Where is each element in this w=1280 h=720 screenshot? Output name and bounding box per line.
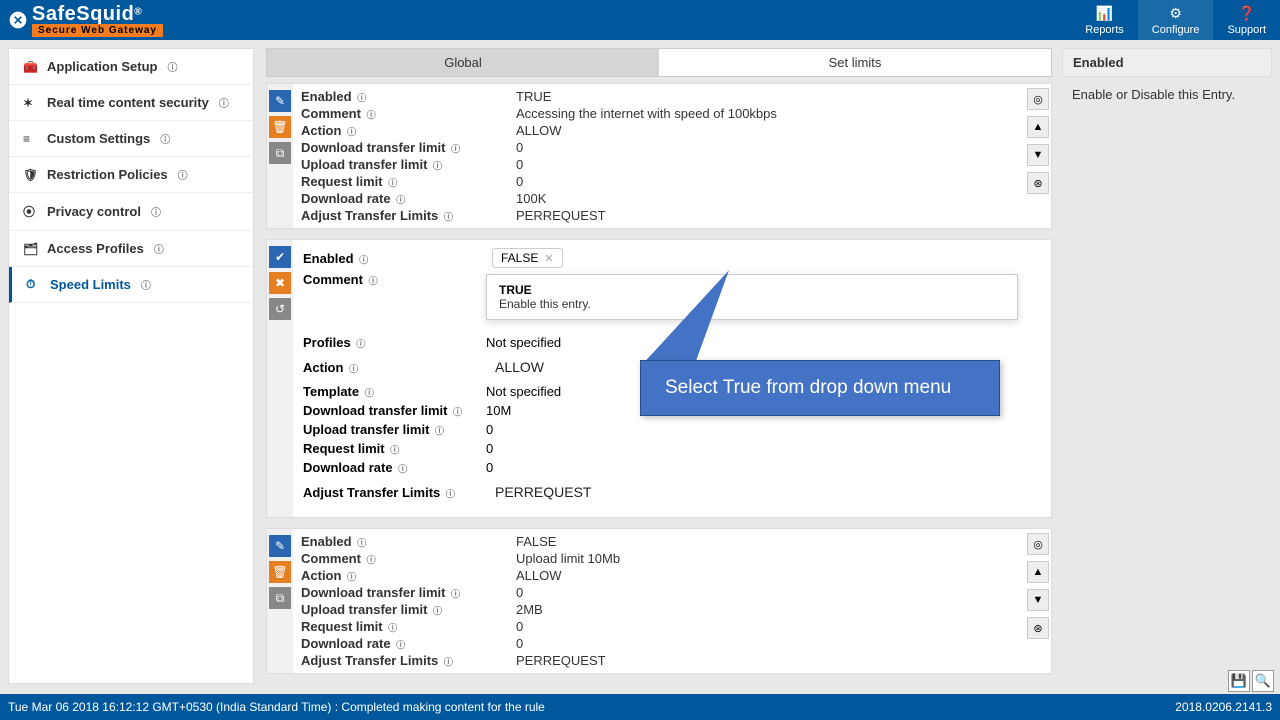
folder-icon: 🗂 (23, 242, 37, 256)
move-up-button[interactable]: ▲ (1027, 116, 1049, 138)
sidebar-item-restriction[interactable]: 🛡Restriction Policiesⓘ (9, 157, 253, 193)
brand-reg: ® (134, 7, 142, 18)
sidebar-item-realtime[interactable]: ✶Real time content securityⓘ (9, 85, 253, 121)
sidebar-item-access[interactable]: 🗂Access Profilesⓘ (9, 231, 253, 267)
footer-status: Tue Mar 06 2018 16:12:12 GMT+0530 (India… (8, 700, 545, 714)
move-down-button[interactable]: ▼ (1027, 144, 1049, 166)
tabs: Global Set limits (266, 48, 1052, 77)
more-button[interactable]: ⊛ (1027, 617, 1049, 639)
info-icon: ⓘ (151, 204, 161, 219)
enabled-value: TRUE (516, 89, 1025, 104)
bug-icon: ✶ (23, 96, 37, 110)
shield-icon: 🛡 (23, 168, 37, 182)
target-button[interactable]: ◎ (1027, 533, 1049, 555)
footer-buttons: 💾 🔍 (1228, 670, 1274, 692)
dl-rate-input[interactable]: 0 (486, 460, 493, 475)
target-button[interactable]: ◎ (1027, 88, 1049, 110)
reports-icon: 📊 (1096, 5, 1113, 22)
enabled-tag[interactable]: FALSE✕ (492, 248, 563, 268)
configure-icon: ⚙ (1169, 5, 1182, 22)
req-limit-input[interactable]: 0 (486, 441, 493, 456)
move-down-button[interactable]: ▼ (1027, 589, 1049, 611)
template-value[interactable]: Not specified (486, 384, 561, 399)
cancel-button[interactable]: ✖ (269, 272, 291, 294)
profiles-value[interactable]: Not specified (486, 335, 561, 350)
entry-panel: ✎ 🗑 ⧉ Enabled ⓘTRUE Comment ⓘAccessing t… (266, 83, 1052, 229)
dropdown-option-true[interactable]: TRUE (499, 283, 1005, 297)
info-icon: ⓘ (141, 277, 151, 292)
entry-panel: ✎ 🗑 ⧉ Enabled ⓘFALSE Comment ⓘUpload lim… (266, 528, 1052, 674)
ul-limit-input[interactable]: 0 (486, 422, 493, 437)
delete-button[interactable]: 🗑 (269, 561, 291, 583)
search-button[interactable]: 🔍 (1252, 670, 1274, 692)
revert-button[interactable]: ↺ (269, 298, 291, 320)
logo-area: SafeSquid® Secure Web Gateway (8, 3, 163, 37)
move-up-button[interactable]: ▲ (1027, 561, 1049, 583)
header: SafeSquid® Secure Web Gateway 📊Reports ⚙… (0, 0, 1280, 40)
info-icon: ⓘ (168, 59, 178, 74)
save-config-button[interactable]: 💾 (1228, 670, 1250, 692)
comment-value: Accessing the internet with speed of 100… (516, 106, 1025, 121)
delete-button[interactable]: 🗑 (269, 116, 291, 138)
sidebar: 🧰Application Setupⓘ ✶Real time content s… (8, 48, 254, 684)
sidebar-item-privacy[interactable]: ⦿Privacy controlⓘ (9, 193, 253, 231)
tab-set-limits[interactable]: Set limits (659, 49, 1051, 76)
clone-button[interactable]: ⧉ (269, 142, 291, 164)
eye-icon: ⦿ (23, 203, 37, 220)
sliders-icon: ≡ (23, 132, 37, 146)
info-icon: ⓘ (160, 131, 170, 146)
sidebar-item-speed-limits[interactable]: ⏱Speed Limitsⓘ (9, 267, 253, 303)
sidebar-item-custom[interactable]: ≡Custom Settingsⓘ (9, 121, 253, 157)
brand-name: SafeSquid (32, 3, 134, 25)
more-button[interactable]: ⊛ (1027, 172, 1049, 194)
info-panel-title: Enabled (1062, 48, 1272, 77)
info-panel: Enabled Enable or Disable this Entry. (1062, 48, 1272, 684)
tab-global[interactable]: Global (267, 49, 659, 76)
logo-icon (8, 10, 28, 30)
footer: Tue Mar 06 2018 16:12:12 GMT+0530 (India… (0, 694, 1280, 720)
callout: Select True from drop down menu (640, 360, 1000, 416)
footer-version: 2018.0206.2141.3 (1175, 700, 1272, 714)
edit-button[interactable]: ✎ (269, 90, 291, 112)
info-icon: ⓘ (219, 95, 229, 110)
gauge-icon: ⏱ (26, 277, 40, 292)
edit-button[interactable]: ✎ (269, 535, 291, 557)
nav-right: 📊Reports ⚙Configure ❓Support (1071, 0, 1280, 40)
briefcase-icon: 🧰 (23, 60, 37, 74)
tagline: Secure Web Gateway (32, 24, 163, 37)
adjust-select[interactable]: PERREQUEST (486, 479, 1041, 505)
enabled-dropdown[interactable]: TRUE Enable this entry. (486, 274, 1018, 320)
nav-support[interactable]: ❓Support (1213, 0, 1280, 40)
support-icon: ❓ (1238, 5, 1255, 22)
save-button[interactable]: ✔ (269, 246, 291, 268)
info-icon: ⓘ (178, 167, 188, 182)
info-panel-body: Enable or Disable this Entry. (1062, 77, 1272, 112)
info-icon: ⓘ (154, 241, 164, 256)
clone-button[interactable]: ⧉ (269, 587, 291, 609)
sidebar-item-application-setup[interactable]: 🧰Application Setupⓘ (9, 49, 253, 85)
tag-remove-icon[interactable]: ✕ (544, 253, 553, 265)
nav-configure[interactable]: ⚙Configure (1138, 0, 1214, 40)
nav-reports[interactable]: 📊Reports (1071, 0, 1138, 40)
action-value: ALLOW (516, 123, 1025, 138)
dl-limit-input[interactable]: 10M (486, 403, 511, 418)
